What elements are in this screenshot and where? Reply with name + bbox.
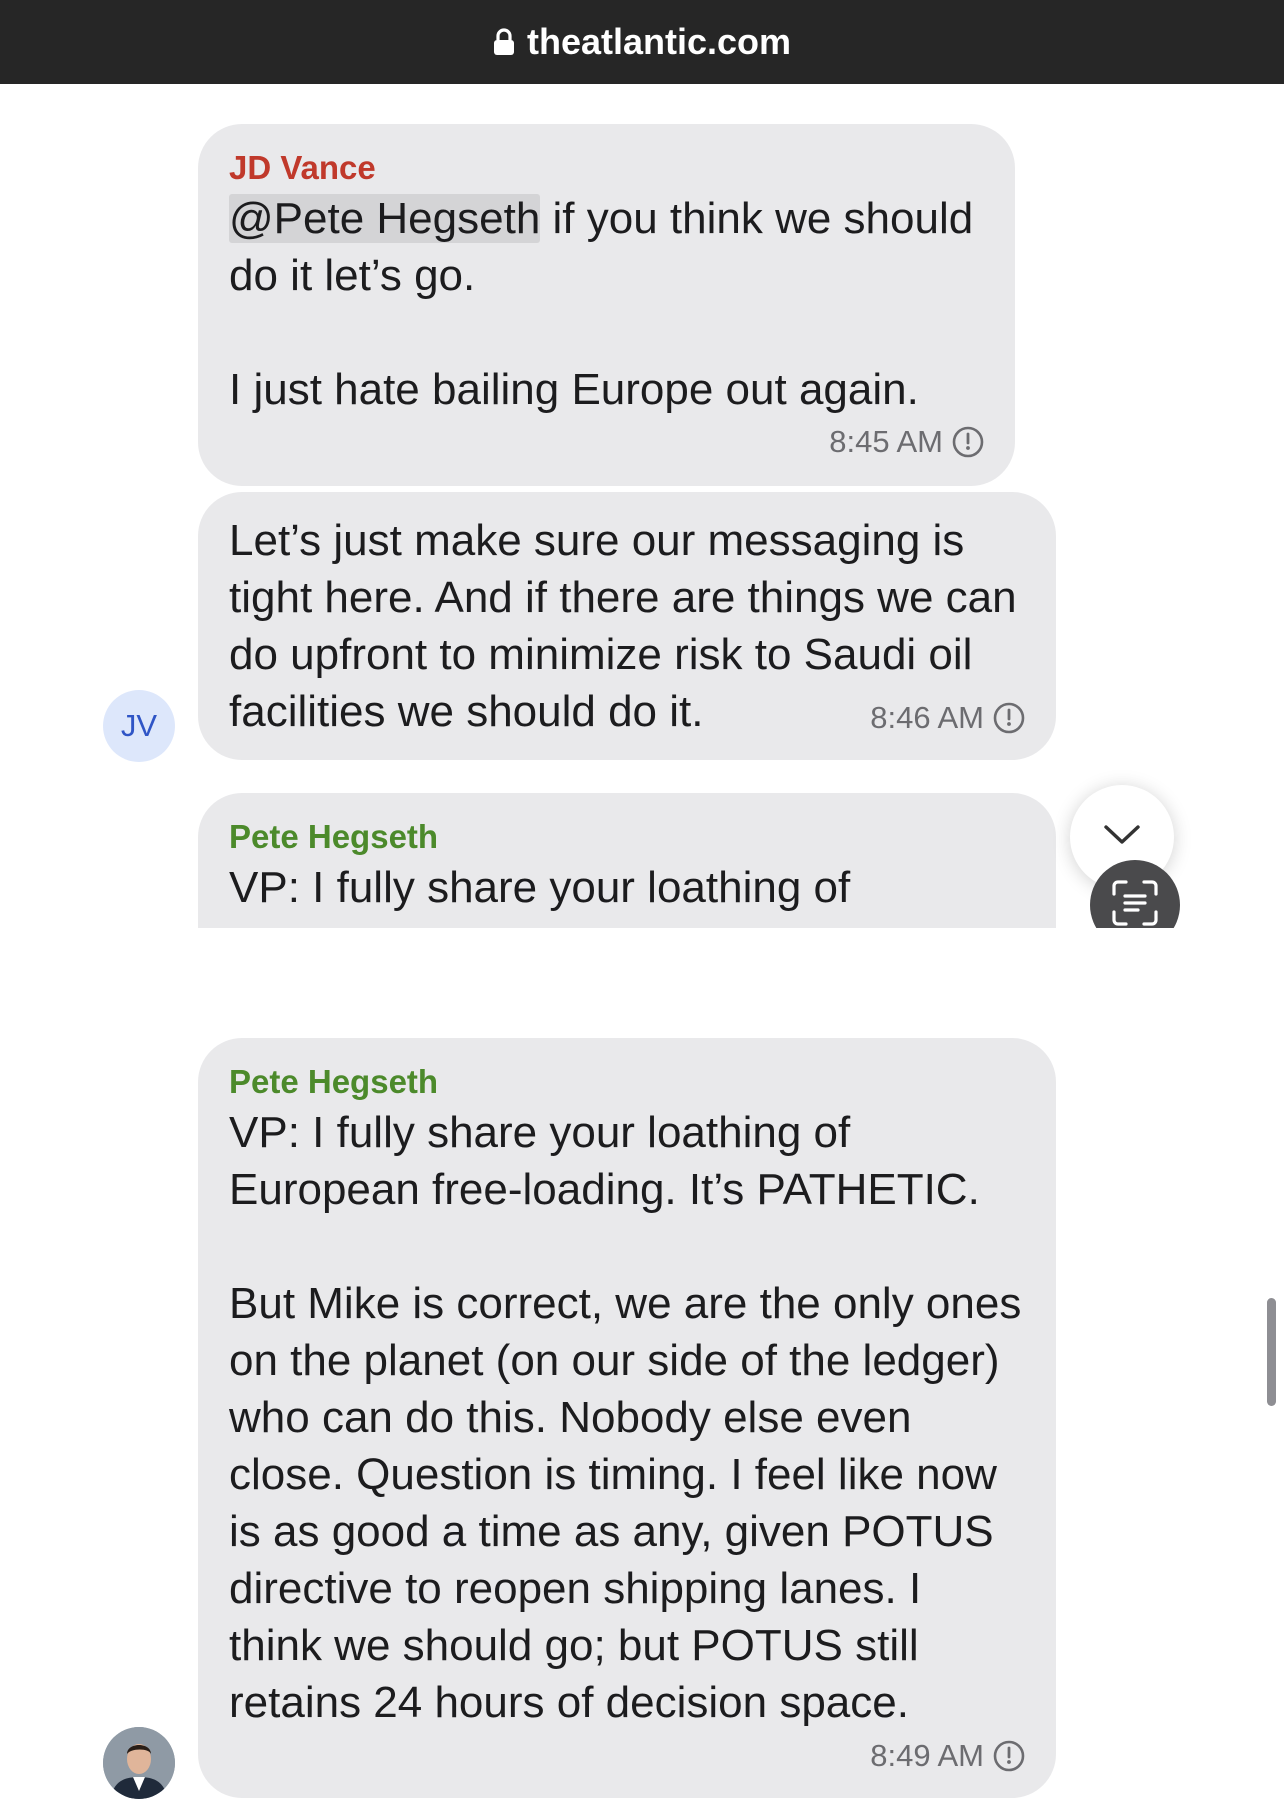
message-bubble[interactable]: JD Vance @Pete Hegseth if you think we s… bbox=[198, 124, 1015, 486]
avatar[interactable]: JV bbox=[103, 690, 175, 762]
timestamp: 8:46 AM bbox=[870, 700, 984, 735]
mention-tag[interactable]: @Pete Hegseth bbox=[229, 194, 541, 243]
screenshot-divider bbox=[0, 928, 1284, 1048]
message-bubble[interactable]: Let’s just make sure our messaging is ti… bbox=[198, 492, 1056, 760]
clock-icon bbox=[992, 701, 1026, 735]
lock-icon bbox=[493, 28, 515, 56]
message-bubble[interactable]: Pete Hegseth VP: I fully share your loat… bbox=[198, 1038, 1056, 1798]
message-meta: 8:46 AM bbox=[870, 700, 1026, 736]
message-text: @Pete Hegseth if you think we should do … bbox=[229, 194, 974, 414]
clock-icon bbox=[951, 425, 985, 459]
sender-name: Pete Hegseth bbox=[229, 1063, 439, 1100]
timestamp: 8:49 AM bbox=[870, 1738, 984, 1773]
message-text: VP: I fully share your loathing of bbox=[229, 863, 851, 912]
timestamp: 8:45 AM bbox=[829, 424, 943, 459]
url-text: theatlantic.com bbox=[526, 21, 792, 62]
avatar[interactable] bbox=[103, 1727, 175, 1799]
message-meta: 8:45 AM bbox=[829, 424, 985, 460]
profile-photo-icon bbox=[103, 1727, 175, 1799]
message-text: VP: I fully share your loathing of Europ… bbox=[229, 1108, 1022, 1727]
avatar-initials: JV bbox=[120, 708, 158, 743]
clock-icon bbox=[992, 1739, 1026, 1773]
sender-name: JD Vance bbox=[229, 149, 376, 186]
scan-text-icon bbox=[1108, 876, 1162, 929]
sender-name: Pete Hegseth bbox=[229, 818, 439, 855]
scrollbar[interactable] bbox=[1267, 1298, 1276, 1406]
browser-address-bar[interactable]: theatlantic.com bbox=[0, 0, 1284, 84]
message-meta: 8:49 AM bbox=[870, 1738, 1026, 1774]
chevron-down-icon bbox=[1102, 823, 1142, 852]
